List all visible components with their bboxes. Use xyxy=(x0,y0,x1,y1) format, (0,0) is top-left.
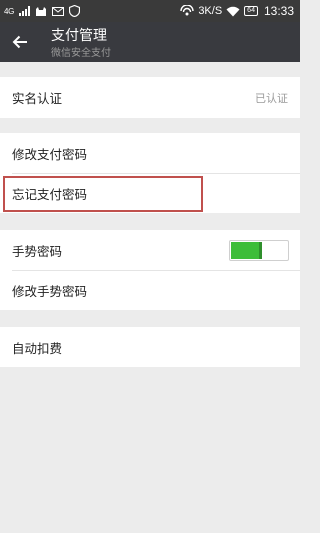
signal-icon xyxy=(19,6,31,16)
change-payment-password-item[interactable]: 修改支付密码 xyxy=(0,133,300,173)
gesture-password-item: 手势密码 xyxy=(0,230,300,270)
change-gesture-password-item[interactable]: 修改手势密码 xyxy=(0,270,300,310)
wifi-icon xyxy=(226,6,240,17)
real-name-verification-item[interactable]: 实名认证 已认证 xyxy=(0,77,300,118)
network-type: 4G xyxy=(4,6,15,16)
auto-debit-item[interactable]: 自动扣费 xyxy=(0,327,300,367)
shield-icon xyxy=(69,5,81,17)
back-button[interactable] xyxy=(8,30,32,54)
gesture-password-label: 手势密码 xyxy=(12,243,63,259)
auto-debit-section: 自动扣费 xyxy=(0,327,300,367)
arrow-left-icon xyxy=(12,35,28,49)
hotspot-icon xyxy=(180,5,195,17)
page-title: 支付管理 xyxy=(51,28,107,44)
gesture-password-section: 手势密码 修改手势密码 xyxy=(0,230,300,310)
forgot-payment-password-label: 忘记支付密码 xyxy=(12,186,88,202)
real-name-verification-label: 实名认证 xyxy=(12,91,63,106)
status-bar: 4G 3K/S 64 13:33 xyxy=(0,0,300,22)
change-gesture-password-label: 修改手势密码 xyxy=(12,283,88,299)
title-bar: 支付管理 微信安全支付 xyxy=(0,22,300,62)
payment-password-section: 修改支付密码 忘记支付密码 xyxy=(0,133,300,213)
battery-icon: 64 xyxy=(244,6,258,16)
verification-section: 实名认证 已认证 xyxy=(0,77,300,118)
cat-icon xyxy=(35,6,47,17)
change-payment-password-label: 修改支付密码 xyxy=(12,146,88,162)
mail-icon xyxy=(52,6,65,16)
toggle-on-fill xyxy=(231,242,259,259)
clock: 13:33 xyxy=(263,4,294,18)
verification-status: 已认证 xyxy=(255,91,288,105)
toggle-knob xyxy=(259,242,262,259)
auto-debit-label: 自动扣费 xyxy=(12,340,63,356)
network-speed: 3K/S xyxy=(198,5,223,17)
forgot-payment-password-item[interactable]: 忘记支付密码 xyxy=(0,173,300,213)
gesture-password-toggle[interactable] xyxy=(229,240,289,261)
page-subtitle: 微信安全支付 xyxy=(51,48,111,59)
